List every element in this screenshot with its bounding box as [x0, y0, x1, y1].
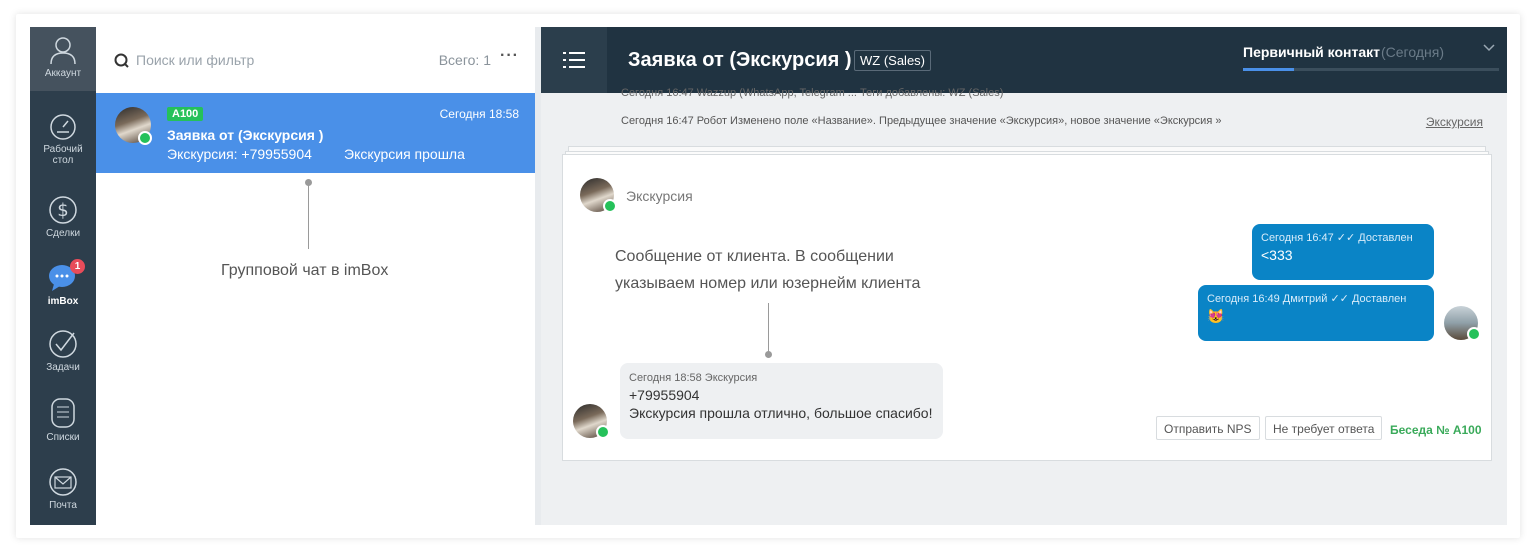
conversation-card: Экскурсия Сообщение от клиента. В сообще… — [562, 154, 1492, 461]
whatsapp-icon — [603, 199, 617, 213]
search-bar: Поиск или фильтр Всего: 1 ··· — [96, 27, 535, 93]
log-entry: Сегодня 16:47 Робот Изменено поле «Назва… — [621, 115, 1222, 127]
sidebar-item-deals[interactable]: $ Сделки — [30, 191, 96, 239]
sidebar-item-label: Списки — [46, 432, 80, 443]
list-icon — [51, 398, 75, 428]
sidebar-item-tasks[interactable]: Задачи — [30, 329, 96, 373]
more-options-button[interactable]: ··· — [500, 47, 519, 65]
conversation-id-link[interactable]: Беседа № A100 — [1390, 423, 1482, 437]
log-entry: Сегодня 16:47 Wazzup (WhatsApp, Telegram… — [621, 87, 1004, 99]
send-nps-button[interactable]: Отправить NPS — [1156, 416, 1260, 440]
chat-time: Сегодня 18:58 — [439, 107, 519, 121]
user-icon — [50, 37, 76, 65]
search-input[interactable]: Поиск или фильтр — [136, 52, 254, 68]
annotation-line — [308, 183, 309, 249]
whatsapp-icon — [138, 131, 152, 145]
chevron-down-icon[interactable] — [1483, 44, 1495, 52]
annotation-client-message: Сообщение от клиента. В сообщении указыв… — [615, 248, 921, 292]
deal-title[interactable]: Заявка от (Экскурсия ) — [628, 49, 852, 72]
chat-title: Заявка от (Экскурсия ) — [167, 127, 324, 143]
chat-tag: A100 — [167, 107, 204, 121]
stage-time: (Сегодня) — [1381, 44, 1444, 60]
stage-progress-bar — [1243, 68, 1499, 71]
sidebar-item-label: Задачи — [46, 362, 80, 373]
message-body: <333 — [1261, 247, 1293, 263]
annotation-group-chat: Групповой чат в imBox — [221, 262, 389, 279]
outgoing-message[interactable]: Сегодня 16:47 ✓✓ Доставлен <333 — [1252, 224, 1434, 280]
icon-sidebar: Аккаунт Рабочий стол $ Сделки 1 imBox За… — [30, 27, 96, 525]
no-reply-needed-button[interactable]: Не требует ответа — [1265, 416, 1383, 440]
log-topic-link[interactable]: Экскурсия — [1426, 115, 1483, 129]
message-meta: Сегодня 16:47 ✓✓ Доставлен — [1261, 232, 1413, 244]
sidebar-item-label: Сделки — [45, 228, 81, 239]
sidebar-item-label: Рабочий стол — [43, 144, 83, 166]
chat-list-item[interactable]: A100 Сегодня 18:58 Заявка от (Экскурсия … — [96, 93, 535, 173]
chat-preview-text: Экскурсия прошла — [344, 146, 465, 162]
search-icon[interactable] — [114, 53, 130, 69]
sidebar-item-label: imBox — [47, 296, 79, 307]
message-body: Экскурсия прошла отлично, большое спасиб… — [629, 405, 933, 421]
whatsapp-icon — [596, 425, 610, 439]
sidebar-item-account[interactable]: Аккаунт — [30, 27, 96, 91]
incoming-message[interactable]: Сегодня 18:58 Экскурсия +79955904 Экскур… — [620, 363, 943, 439]
outgoing-message[interactable]: Сегодня 16:49 Дмитрий ✓✓ Доставлен 😻 — [1198, 285, 1434, 341]
message-meta: Сегодня 16:49 Дмитрий ✓✓ Доставлен — [1207, 293, 1407, 305]
sidebar-item-mail[interactable]: Почта — [30, 467, 96, 511]
chat-list-panel: Поиск или фильтр Всего: 1 ··· A100 Сегод… — [96, 27, 535, 525]
conversation-topic: Экскурсия — [626, 188, 693, 204]
mail-icon — [49, 468, 77, 496]
deal-header: Заявка от (Экскурсия ) WZ (Sales) Первич… — [541, 27, 1507, 93]
menu-button[interactable] — [541, 27, 607, 93]
pipeline-tag[interactable]: WZ (Sales) — [854, 50, 931, 71]
sidebar-item-lists[interactable]: Списки — [30, 397, 96, 443]
unread-badge: 1 — [70, 259, 85, 274]
chat-preview-phone: Экскурсия: +79955904 — [167, 146, 312, 162]
annotation-line — [768, 303, 769, 353]
sidebar-item-imbox[interactable]: 1 imBox — [30, 259, 96, 307]
total-count: Всего: 1 — [438, 52, 491, 68]
message-body: +79955904 — [629, 387, 700, 403]
dollar-icon: $ — [49, 196, 77, 224]
stage-progress-fill — [1243, 68, 1295, 71]
conversation-panel: Заявка от (Экскурсия ) WZ (Sales) Первич… — [541, 27, 1507, 525]
check-icon — [49, 330, 77, 358]
menu-icon — [563, 52, 585, 68]
whatsapp-icon — [1467, 327, 1481, 341]
sidebar-item-label: Почта — [49, 500, 77, 511]
dashboard-icon — [50, 114, 76, 140]
app-frame: Аккаунт Рабочий стол $ Сделки 1 imBox За… — [16, 14, 1520, 538]
message-body: 😻 — [1207, 308, 1225, 324]
svg-text:$: $ — [57, 200, 68, 221]
sidebar-item-dashboard[interactable]: Рабочий стол — [30, 113, 96, 166]
annotation-dot — [765, 351, 772, 358]
sidebar-item-label: Аккаунт — [44, 68, 82, 79]
message-meta: Сегодня 18:58 Экскурсия — [629, 372, 758, 384]
stage-name[interactable]: Первичный контакт — [1243, 44, 1380, 60]
